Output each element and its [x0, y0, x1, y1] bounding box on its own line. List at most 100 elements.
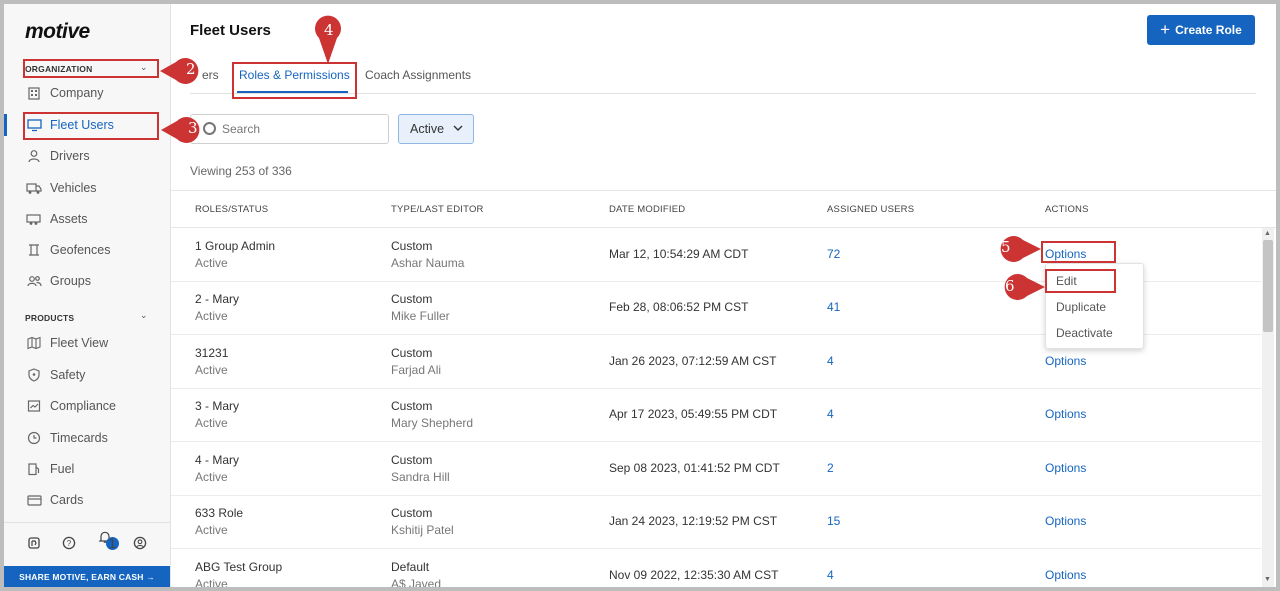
assigned-users-link[interactable]: 41: [827, 300, 840, 314]
status-filter-dropdown[interactable]: Active: [398, 114, 474, 144]
menu-item-deactivate[interactable]: Deactivate: [1056, 326, 1113, 340]
scroll-up-arrow-icon[interactable]: ▲: [1264, 230, 1271, 237]
table-row: 4 - Mary Active Custom Sandra Hill Sep 0…: [171, 443, 1261, 496]
table-row: 3 - Mary Active Custom Mary Shepherd Apr…: [171, 389, 1261, 442]
sidebar-item-label: Company: [50, 86, 104, 100]
search-input[interactable]: Search: [190, 114, 389, 144]
role-name[interactable]: 1 Group Admin: [195, 239, 275, 253]
annotation-box-roles-tab: [232, 62, 357, 99]
options-menu-button[interactable]: Options: [1045, 568, 1086, 582]
date-modified: Feb 28, 08:06:52 PM CST: [609, 300, 749, 314]
sidebar-item-assets[interactable]: Assets: [4, 205, 170, 233]
create-role-button[interactable]: + Create Role: [1147, 15, 1255, 45]
annotation-box-options: [1041, 241, 1116, 263]
role-status: Active: [195, 363, 228, 377]
role-status: Active: [195, 577, 228, 587]
date-modified: Jan 26 2023, 07:12:59 AM CST: [609, 354, 777, 368]
role-name[interactable]: 4 - Mary: [195, 453, 239, 467]
menu-item-duplicate[interactable]: Duplicate: [1056, 300, 1106, 314]
assigned-users-link[interactable]: 4: [827, 407, 834, 421]
sidebar-item-fleet-view[interactable]: Fleet View: [4, 329, 170, 357]
sidebar-item-label: Fuel: [50, 462, 75, 476]
assigned-users-link[interactable]: 4: [827, 568, 834, 582]
callout-number: 4: [324, 21, 334, 39]
chevron-down-icon: [453, 124, 463, 135]
column-header-actions: ACTIONS: [1045, 204, 1089, 215]
column-header-type-last-editor[interactable]: TYPE/LAST EDITOR: [391, 204, 484, 215]
role-status: Active: [195, 309, 228, 323]
last-editor: Mike Fuller: [391, 309, 450, 323]
role-name[interactable]: 633 Role: [195, 506, 243, 520]
options-menu-button[interactable]: Options: [1045, 407, 1086, 421]
sidebar-item-vehicles[interactable]: Vehicles: [4, 174, 170, 202]
date-modified: Nov 09 2022, 12:35:30 AM CST: [609, 568, 779, 582]
table-row: ABG Test Group Active Default A$ Javed N…: [171, 550, 1261, 587]
role-type: Custom: [391, 399, 433, 413]
status-filter-label: Active: [410, 122, 445, 136]
sidebar-item-safety[interactable]: Safety: [4, 361, 170, 389]
column-header-date-modified[interactable]: DATE MODIFIED: [609, 204, 685, 215]
role-type: Default: [391, 560, 430, 574]
sidebar-item-fuel[interactable]: Fuel: [4, 455, 170, 483]
column-header-assigned-users[interactable]: ASSIGNED USERS: [827, 204, 914, 215]
role-name[interactable]: 3 - Mary: [195, 399, 239, 413]
sidebar-item-groups[interactable]: Groups: [4, 267, 170, 295]
role-type: Custom: [391, 346, 433, 360]
products-section-label[interactable]: PRODUCTS: [25, 313, 74, 323]
motive-logo[interactable]: motive: [25, 20, 90, 44]
last-editor: Ashar Nauma: [391, 256, 465, 270]
assigned-users-link[interactable]: 4: [827, 354, 834, 368]
map-icon: [26, 335, 42, 351]
sidebar-item-compliance[interactable]: Compliance: [4, 392, 170, 420]
sidebar-item-label: Compliance: [50, 399, 117, 413]
last-editor: Kshitij Patel: [391, 523, 454, 537]
options-menu-button[interactable]: Options: [1045, 461, 1086, 475]
scrollbar-thumb[interactable]: [1263, 240, 1273, 332]
callout-marker-icon: [1004, 274, 1045, 300]
help-icon[interactable]: ?: [62, 536, 76, 553]
date-modified: Jan 24 2023, 12:19:52 PM CST: [609, 514, 778, 528]
sidebar-item-label: Safety: [50, 368, 86, 382]
tab-coach-assignments[interactable]: Coach Assignments: [365, 68, 471, 82]
role-name[interactable]: ABG Test Group: [195, 560, 282, 574]
role-status: Active: [195, 416, 228, 430]
annotation-box-edit: [1045, 269, 1116, 293]
role-name[interactable]: 2 - Mary: [195, 292, 239, 306]
assigned-users-link[interactable]: 15: [827, 514, 840, 528]
sidebar-item-company[interactable]: Company: [4, 79, 170, 107]
create-role-label: Create Role: [1175, 23, 1242, 37]
scroll-down-arrow-icon[interactable]: ▼: [1264, 576, 1271, 583]
shield-icon: [26, 367, 42, 383]
page-title: Fleet Users: [190, 22, 271, 39]
callout-number: 3: [188, 119, 198, 137]
sidebar-item-cards[interactable]: Cards: [4, 486, 170, 514]
assigned-users-link[interactable]: 72: [827, 247, 840, 261]
last-editor: Farjad Ali: [391, 363, 442, 377]
sidebar-item-geofences[interactable]: Geofences: [4, 236, 170, 264]
callout-marker-icon: [1000, 236, 1041, 262]
search-placeholder: Search: [222, 122, 261, 136]
sidebar-item-drivers[interactable]: Drivers: [4, 142, 170, 170]
bell-icon[interactable]: 1: [98, 530, 119, 560]
assigned-users-link[interactable]: 2: [827, 461, 834, 475]
role-type: Custom: [391, 292, 433, 306]
annotation-box-organization: [23, 59, 159, 78]
referral-icon[interactable]: [27, 536, 41, 553]
sidebar-item-label: Fleet View: [50, 336, 109, 350]
options-menu-button[interactable]: Options: [1045, 514, 1086, 528]
sidebar-item-label: Timecards: [50, 431, 108, 445]
sidebar-utility-bar: ? 1: [4, 522, 170, 566]
date-modified: Apr 17 2023, 05:49:55 PM CDT: [609, 407, 778, 421]
card-icon: [26, 492, 42, 508]
sidebar-item-timecards[interactable]: Timecards: [4, 424, 170, 452]
account-icon[interactable]: [133, 536, 147, 553]
callout-number: 6: [1005, 277, 1015, 295]
share-motive-button[interactable]: SHARE MOTIVE, EARN CASH →: [4, 566, 170, 587]
sidebar-item-label: Groups: [50, 274, 91, 288]
column-header-roles-status[interactable]: ROLES/STATUS: [195, 204, 268, 215]
options-menu-button[interactable]: Options: [1045, 354, 1086, 368]
chevron-down-icon[interactable]: ⌄: [140, 310, 148, 321]
role-name[interactable]: 31231: [195, 346, 228, 360]
app-window: motive ORGANIZATION ⌄ Company Fleet User…: [4, 4, 1276, 587]
role-type: Custom: [391, 506, 433, 520]
